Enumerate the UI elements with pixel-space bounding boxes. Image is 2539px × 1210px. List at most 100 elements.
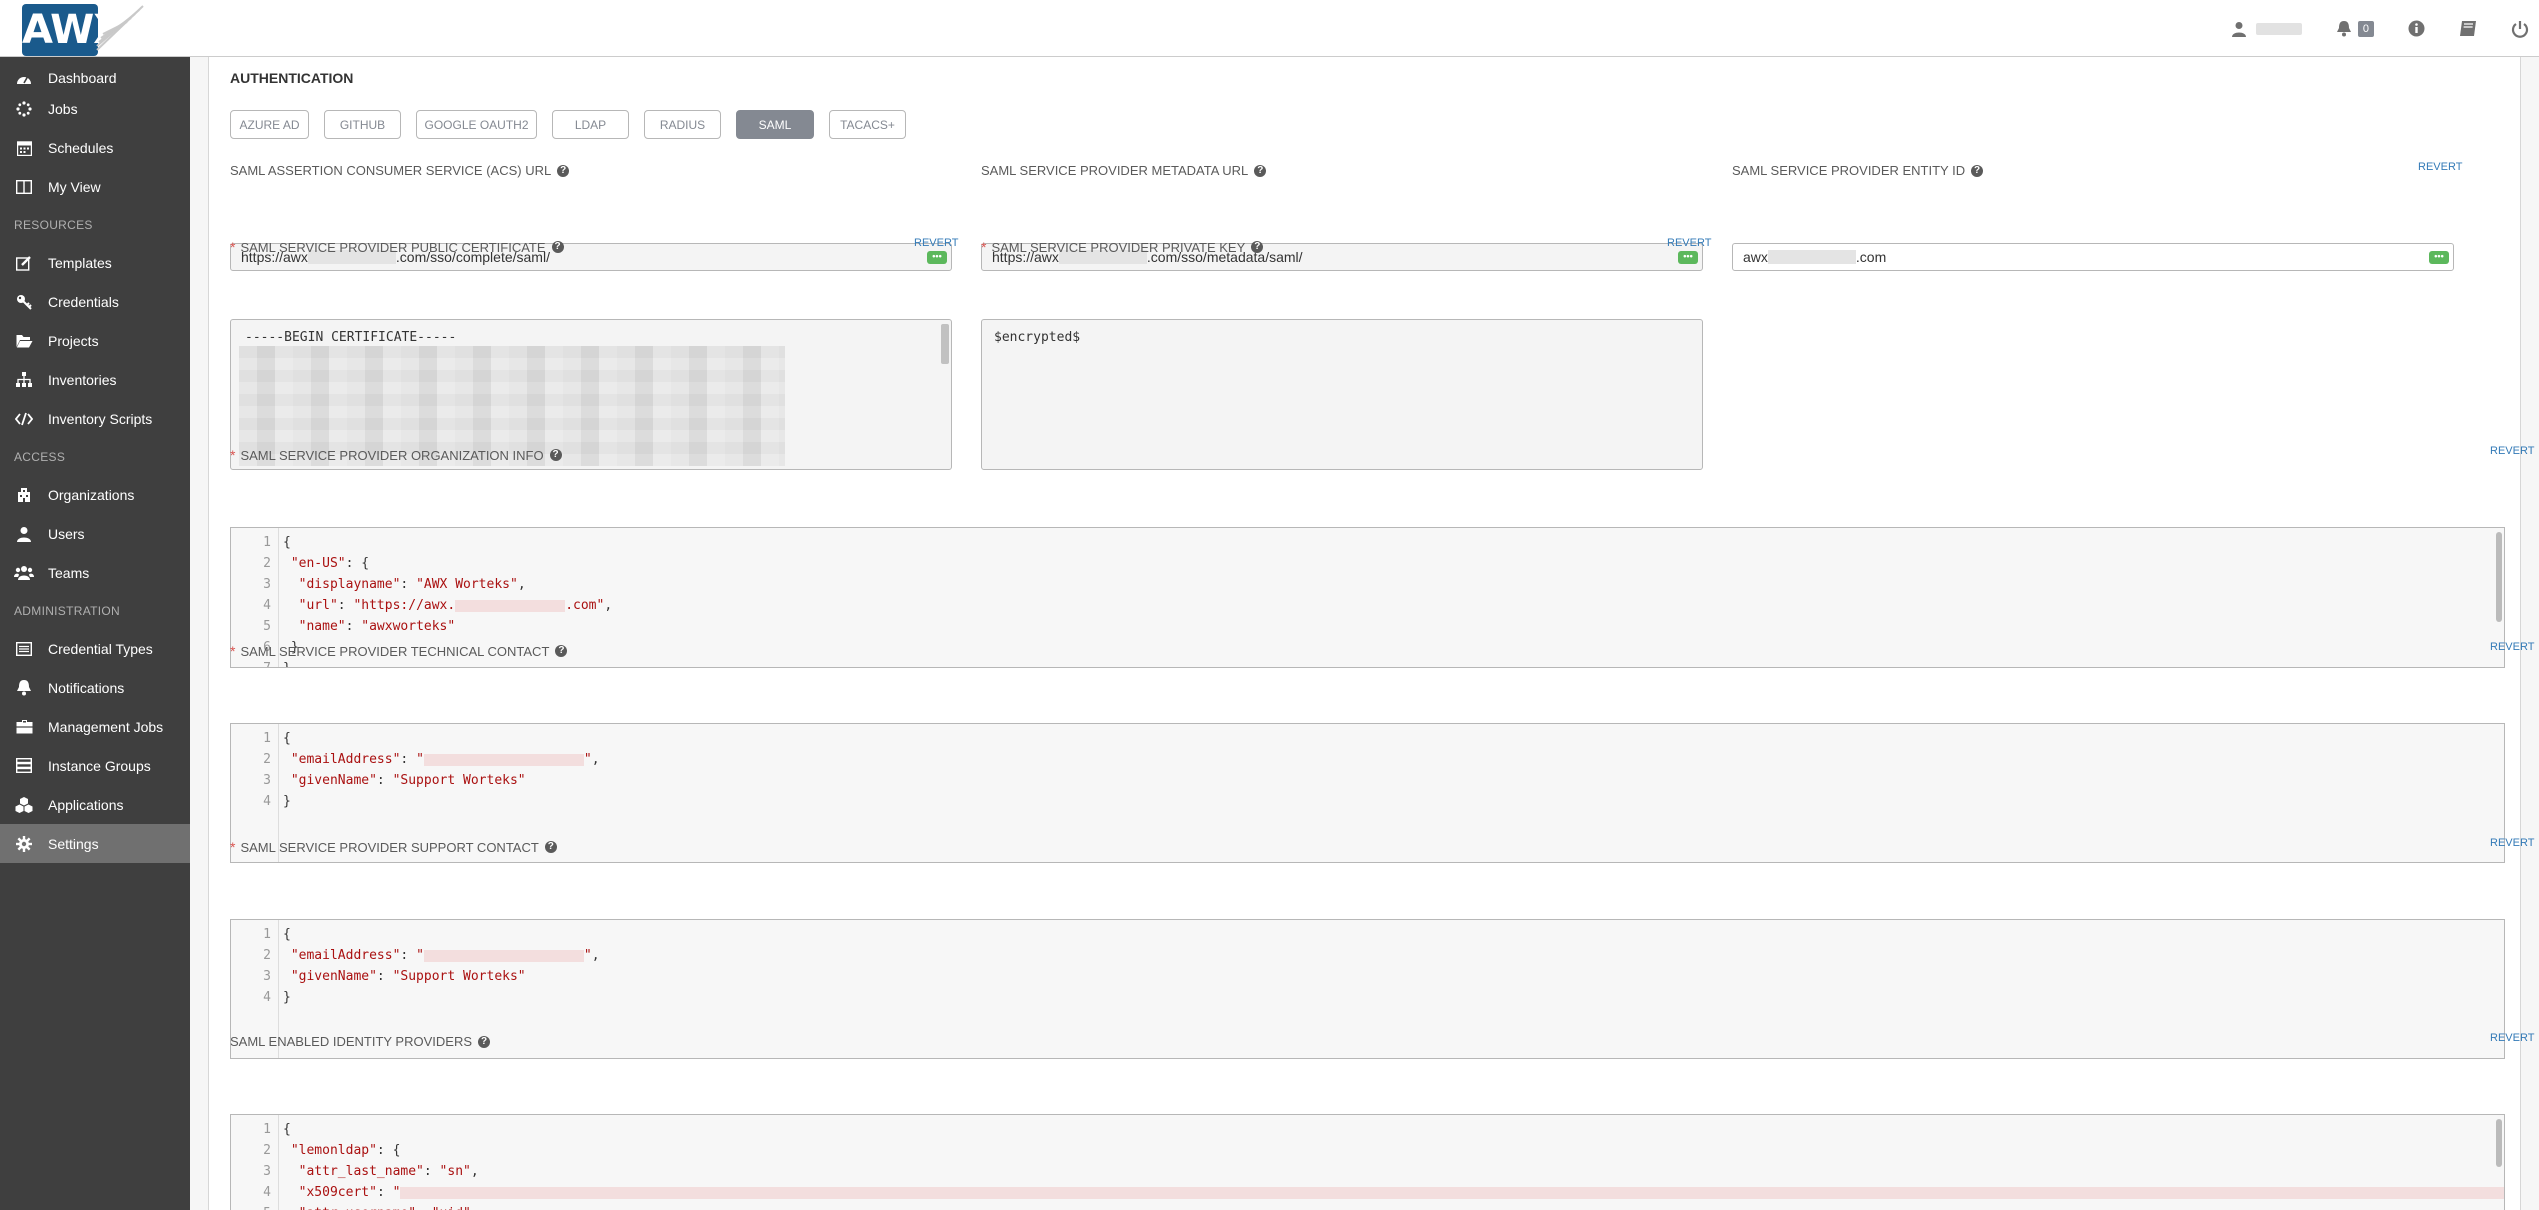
- sidebar-item-label: Applications: [48, 796, 124, 813]
- scrollbar[interactable]: [2496, 532, 2502, 622]
- help-icon[interactable]: ?: [478, 1035, 491, 1048]
- org-info-editor[interactable]: 1{ 2 "en-US": { 3 "displayname": "AWX Wo…: [230, 527, 2505, 668]
- tech-contact-editor[interactable]: 1{ 2 "emailAddress": " ", 3 "givenName": …: [230, 723, 2505, 863]
- tab-ldap[interactable]: LDAP: [552, 110, 629, 139]
- revert-public-cert[interactable]: REVERT: [914, 237, 958, 249]
- logo-text: AWX: [22, 4, 124, 56]
- notifications-button[interactable]: 0: [2336, 20, 2374, 37]
- help-icon[interactable]: ?: [1971, 164, 1984, 177]
- private-key-textarea[interactable]: $encrypted$: [981, 319, 1703, 470]
- sidebar-item-organizations[interactable]: Organizations: [0, 475, 190, 514]
- help-icon[interactable]: ?: [1254, 164, 1267, 177]
- scrollbar[interactable]: [941, 324, 949, 364]
- sidebar-item-label: Templates: [48, 254, 112, 271]
- more-icon[interactable]: •••: [1678, 251, 1698, 264]
- help-icon[interactable]: ?: [551, 241, 564, 253]
- tab-tacacs[interactable]: TACACS+: [829, 110, 906, 139]
- sidebar-item-instance-groups[interactable]: Instance Groups: [0, 746, 190, 785]
- idp-editor[interactable]: 1{ 2 "lemonldap": { 3 "attr_last_name": …: [230, 1114, 2505, 1210]
- sidebar-item-users[interactable]: Users: [0, 514, 190, 553]
- idp-label: SAML ENABLED IDENTITY PROVIDERS?: [230, 1034, 491, 1049]
- required-marker: *: [230, 839, 236, 855]
- help-icon[interactable]: ?: [557, 164, 570, 177]
- sidebar-item-label: Users: [48, 525, 85, 542]
- tab-google-oauth2[interactable]: GOOGLE OAUTH2: [416, 110, 537, 139]
- revert-entity-id[interactable]: REVERT: [2418, 161, 2462, 173]
- idp-label-text: SAML ENABLED IDENTITY PROVIDERS: [230, 1034, 473, 1049]
- sidebar-item-label: Jobs: [48, 100, 78, 117]
- revert-tech-contact[interactable]: REVERT: [2490, 641, 2534, 653]
- sidebar-item-my-view[interactable]: My View: [0, 167, 190, 206]
- sidebar-item-jobs[interactable]: Jobs: [0, 89, 190, 128]
- sidebar-item-label: Management Jobs: [48, 718, 164, 735]
- tech-contact-label: * SAML SERVICE PROVIDER TECHNICAL CONTACT…: [230, 643, 568, 659]
- help-icon[interactable]: ?: [549, 449, 562, 461]
- help-icon[interactable]: ?: [544, 841, 557, 853]
- top-header: AWX 0: [0, 0, 2539, 57]
- sidebar-item-management-jobs[interactable]: Management Jobs: [0, 707, 190, 746]
- username: [2255, 22, 2302, 35]
- tab-saml[interactable]: SAML: [736, 110, 814, 139]
- entity-id-field[interactable]: awx .com •••: [1732, 243, 2454, 271]
- calendar-icon: [14, 139, 34, 157]
- awx-logo[interactable]: AWX: [0, 0, 150, 57]
- private-key-label: * SAML SERVICE PROVIDER PRIVATE KEY?: [981, 239, 1264, 255]
- sidebar-item-credential-types[interactable]: Credential Types: [0, 629, 190, 668]
- list-icon: [14, 640, 34, 658]
- logout-button[interactable]: [2511, 20, 2529, 38]
- scrollbar[interactable]: [2496, 1119, 2502, 1167]
- user-icon: [2231, 21, 2246, 37]
- required-marker: *: [230, 239, 236, 255]
- sidebar-item-teams[interactable]: Teams: [0, 553, 190, 592]
- pencil-icon: [14, 254, 34, 272]
- more-icon[interactable]: •••: [927, 251, 947, 264]
- support-contact-label: * SAML SERVICE PROVIDER SUPPORT CONTACT?: [230, 839, 557, 855]
- users-icon: [14, 564, 34, 582]
- help-icon[interactable]: ?: [1251, 241, 1264, 253]
- required-marker: *: [230, 447, 236, 463]
- sidebar-item-settings[interactable]: Settings: [0, 824, 190, 863]
- bell-icon: [2336, 21, 2351, 37]
- sidebar-item-label: Notifications: [48, 679, 125, 696]
- entity-id-label-text: SAML SERVICE PROVIDER ENTITY ID: [1732, 163, 1966, 178]
- code-lines: 1{ 2 "emailAddress": " ", 3 "givenName": …: [263, 731, 600, 809]
- metadata-url-label: SAML SERVICE PROVIDER METADATA URL?: [981, 163, 1267, 178]
- sidebar-item-applications[interactable]: Applications: [0, 785, 190, 824]
- revert-idp[interactable]: REVERT: [2490, 1032, 2534, 1044]
- sidebar-section-resources: RESOURCES: [14, 217, 93, 232]
- sidebar-item-label: Projects: [48, 332, 99, 349]
- sidebar-item-templates[interactable]: Templates: [0, 243, 190, 282]
- docs-button[interactable]: [2459, 20, 2477, 37]
- sidebar-item-notifications[interactable]: Notifications: [0, 668, 190, 707]
- sidebar-item-label: Organizations: [48, 486, 135, 503]
- revert-support-contact[interactable]: REVERT: [2490, 837, 2534, 849]
- server-icon: [14, 757, 34, 775]
- sidebar-item-inventory-scripts[interactable]: Inventory Scripts: [0, 399, 190, 438]
- tab-azure-ad[interactable]: AZURE AD: [230, 110, 309, 139]
- building-icon: [14, 486, 34, 504]
- sidebar-section-administration: ADMINISTRATION: [14, 603, 120, 618]
- user-menu[interactable]: [2231, 21, 2302, 37]
- revert-org-info[interactable]: REVERT: [2490, 445, 2534, 457]
- sidebar-item-inventories[interactable]: Inventories: [0, 360, 190, 399]
- about-button[interactable]: [2408, 20, 2425, 37]
- sidebar-item-credentials[interactable]: Credentials: [0, 282, 190, 321]
- key-icon: [14, 293, 34, 311]
- public-cert-value: -----BEGIN CERTIFICATE-----: [245, 330, 457, 345]
- sidebar-item-label: Schedules: [48, 139, 114, 156]
- revert-private-key[interactable]: REVERT: [1667, 237, 1711, 249]
- support-contact-editor[interactable]: 1{ 2 "emailAddress": " ", 3 "givenName": …: [230, 919, 2505, 1059]
- private-key-value: $encrypted$: [994, 330, 1081, 345]
- more-icon[interactable]: •••: [2429, 251, 2449, 264]
- code-lines: 1{ 2 "lemonldap": { 3 "attr_last_name": …: [231, 1119, 2504, 1210]
- cubes-icon: [14, 796, 34, 814]
- page-title: AUTHENTICATION: [230, 70, 354, 86]
- help-icon[interactable]: ?: [555, 645, 568, 657]
- sidebar-item-schedules[interactable]: Schedules: [0, 128, 190, 167]
- sidebar-item-label: Credentials: [48, 293, 119, 310]
- tab-radius[interactable]: RADIUS: [644, 110, 721, 139]
- tab-github[interactable]: GITHUB: [324, 110, 401, 139]
- book-icon: [2460, 21, 2476, 36]
- sidebar-item-projects[interactable]: Projects: [0, 321, 190, 360]
- sidebar-item-dashboard[interactable]: Dashboard: [0, 67, 190, 89]
